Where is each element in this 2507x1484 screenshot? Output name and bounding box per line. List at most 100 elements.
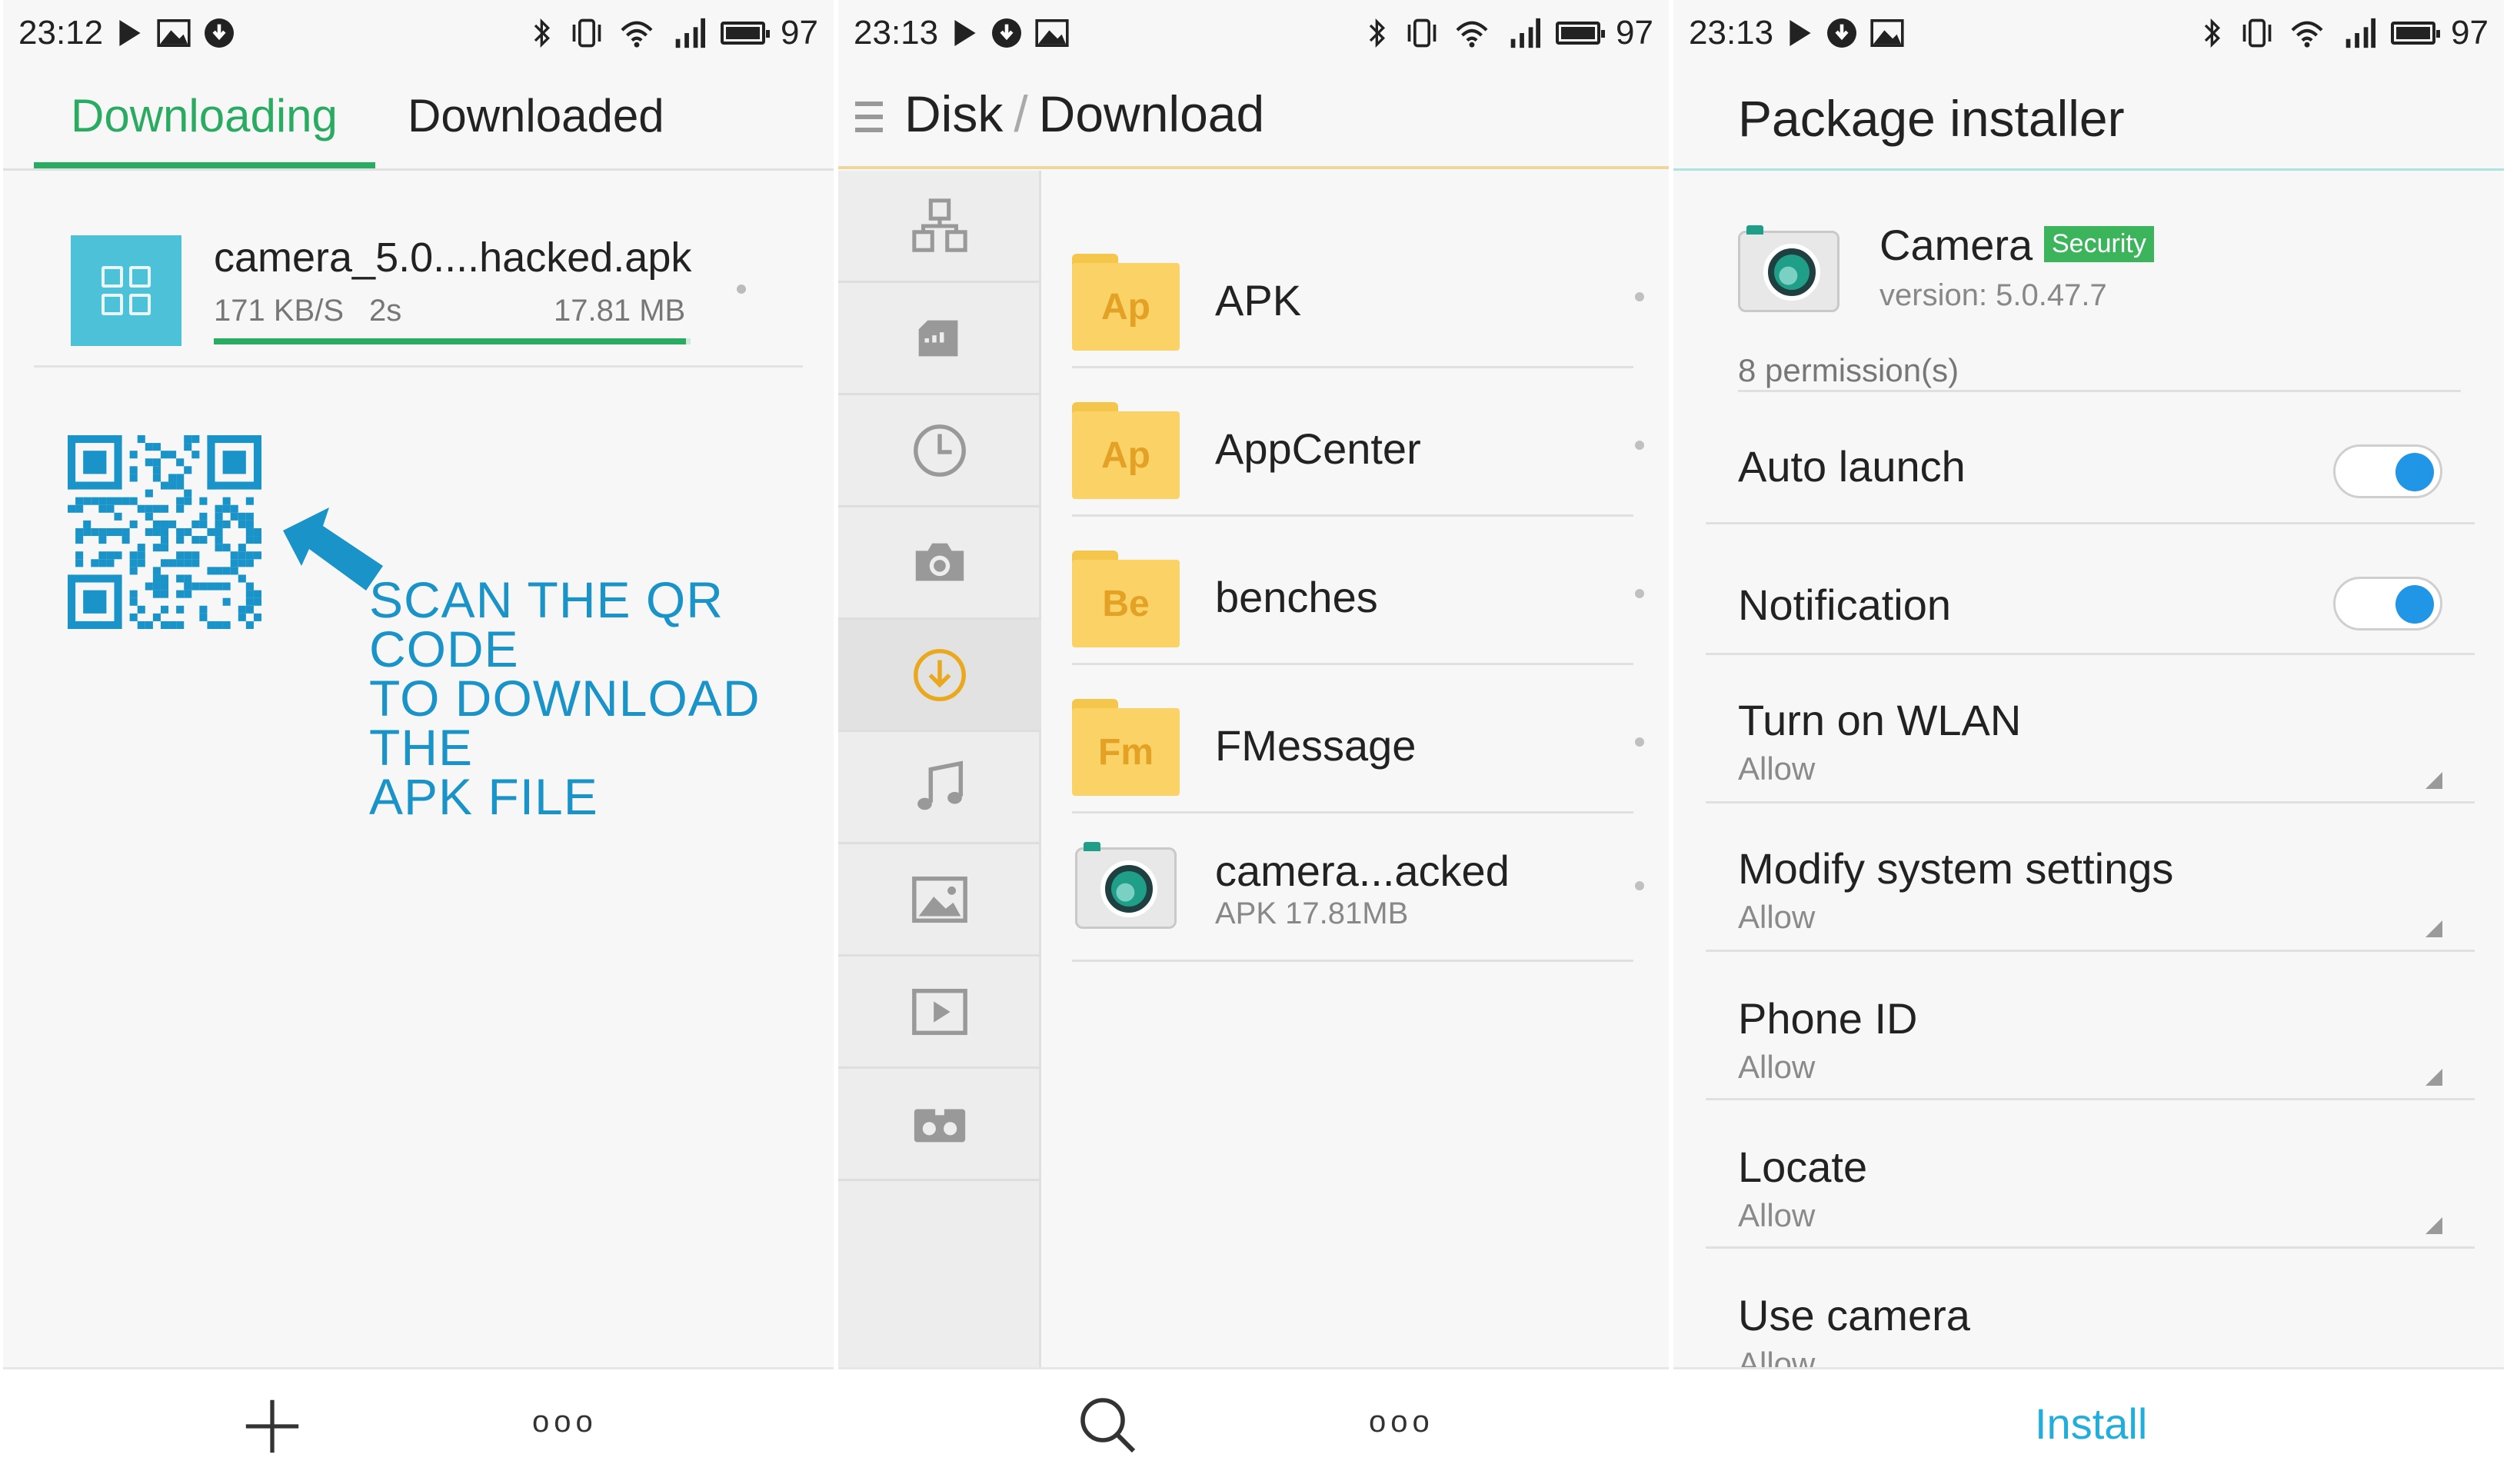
menu-icon[interactable]	[855, 101, 883, 132]
app-info: Camera Security version: 5.0.47.7 8 perm…	[1738, 215, 2461, 392]
image-icon	[1870, 19, 1904, 47]
install-button[interactable]: Install	[2035, 1399, 2147, 1449]
nav-images[interactable]	[838, 844, 1041, 957]
scan-line: APK FILE	[369, 768, 598, 825]
permission-value: Allow	[1738, 1049, 1816, 1085]
wifi-icon	[1456, 21, 1488, 48]
download-item[interactable]: camera_5.0....hacked.apk 171 KB/S 2s 17.…	[34, 208, 803, 368]
download-icon	[914, 648, 966, 701]
dropdown-corner-icon	[2425, 772, 2442, 789]
more-dot-icon[interactable]	[1635, 589, 1644, 598]
nav-download[interactable]	[838, 620, 1041, 732]
battery-icon	[2391, 22, 2441, 45]
more-dot-icon[interactable]	[1635, 441, 1644, 450]
bluetooth-icon	[534, 18, 551, 48]
more-dot-icon[interactable]	[1635, 292, 1644, 301]
folder-icon: Fm	[1072, 699, 1180, 796]
nav-video[interactable]	[838, 957, 1041, 1069]
breadcrumb: Disk / Download	[904, 85, 1264, 143]
folder-name: benches	[1215, 573, 1378, 621]
file-name: camera...acked	[1215, 847, 1510, 895]
permission-row[interactable]: Locate Allow	[1706, 1100, 2475, 1249]
installer-header: Package installer	[1673, 66, 2504, 171]
permission-value: Allow	[1738, 750, 1816, 787]
scan-instruction: SCAN THE QR CODE TO DOWNLOAD THE APK FIL…	[369, 571, 834, 825]
list-item[interactable]: Ap AppCenter	[1072, 368, 1644, 517]
download-size: 17.81 MB	[554, 294, 686, 328]
nav-categories[interactable]	[838, 171, 1041, 283]
download-status-icon	[992, 18, 1022, 48]
folder-badge: Fm	[1072, 708, 1180, 796]
permission-row[interactable]: Phone ID Allow	[1706, 952, 2475, 1100]
folder-name: FMessage	[1215, 721, 1417, 770]
download-tabs: Downloading Downloaded	[3, 66, 834, 171]
folder-badge: Ap	[1072, 263, 1180, 351]
breadcrumb-header: Disk / Download	[838, 66, 1669, 169]
nav-camera[interactable]	[838, 507, 1041, 620]
breadcrumb-separator: /	[1014, 85, 1028, 142]
signal-3g-icon	[675, 18, 706, 48]
nav-divider	[838, 1181, 1041, 1182]
active-tab-indicator	[34, 162, 375, 168]
scan-line: TO DOWNLOAD THE	[369, 670, 761, 776]
folder-badge: Be	[1072, 560, 1180, 647]
dropdown-corner-icon	[2425, 920, 2442, 937]
nav-vr[interactable]	[838, 1069, 1041, 1181]
image-icon	[912, 876, 967, 923]
download-filename: camera_5.0....hacked.apk	[214, 235, 692, 281]
list-item[interactable]: Ap APK	[1072, 220, 1644, 368]
apk-file-icon	[71, 235, 181, 346]
nav-music[interactable]	[838, 732, 1041, 844]
bluetooth-icon	[1369, 18, 1386, 48]
breadcrumb-root[interactable]: Disk	[904, 85, 1003, 142]
permission-row[interactable]: Modify system settings Allow	[1706, 804, 2475, 952]
download-remaining: 2s	[369, 294, 402, 328]
battery-level: 97	[2451, 14, 2489, 52]
more-dot-icon[interactable]	[1635, 737, 1644, 747]
more-dot-icon[interactable]	[1635, 881, 1644, 890]
toggle-label: Notification	[1738, 581, 1952, 629]
security-badge: Security	[2044, 226, 2154, 262]
categories-icon	[912, 198, 967, 252]
dropdown-corner-icon	[2425, 1069, 2442, 1086]
file-manager-screen: 23:13 97 Disk / Download Ap APK Ap AppCe…	[838, 0, 1669, 1484]
download-speed: 171 KB/S	[214, 294, 345, 328]
bottom-toolbar: ooo	[3, 1367, 834, 1484]
folder-icon: Ap	[1072, 254, 1180, 351]
camera-app-icon	[1075, 842, 1177, 929]
download-status-icon	[1827, 18, 1857, 48]
category-sidebar	[838, 171, 1041, 1367]
permission-value: Allow	[1738, 899, 1816, 935]
camera-app-icon	[1738, 225, 1839, 312]
dropdown-corner-icon	[2425, 1217, 2442, 1234]
tab-downloading[interactable]: Downloading	[71, 89, 338, 142]
status-time: 23:13	[854, 14, 939, 52]
signal-3g-icon	[2346, 18, 2376, 48]
search-icon[interactable]	[1077, 1394, 1138, 1456]
play-icon	[1790, 20, 1811, 46]
more-dot-icon[interactable]	[737, 284, 746, 294]
permission-row[interactable]: Turn on WLAN Allow	[1706, 655, 2475, 804]
auto-launch-toggle[interactable]	[2333, 444, 2442, 498]
more-options-button[interactable]: ooo	[532, 1405, 598, 1439]
wifi-icon	[621, 21, 653, 48]
list-item[interactable]: Be benches	[1072, 517, 1644, 665]
battery-level: 97	[1616, 14, 1653, 52]
status-time: 23:13	[1689, 14, 1774, 52]
camera-icon	[915, 543, 964, 581]
list-item[interactable]: Fm FMessage	[1072, 665, 1644, 814]
folder-badge: Ap	[1072, 411, 1180, 499]
notification-toggle[interactable]	[2333, 577, 2442, 631]
app-version: version: 5.0.47.7	[1879, 278, 2107, 312]
app-name: Camera	[1879, 221, 2033, 269]
more-options-button[interactable]: ooo	[1369, 1405, 1434, 1439]
tab-downloaded[interactable]: Downloaded	[408, 89, 664, 142]
download-progress-bar	[214, 338, 691, 344]
nav-recent[interactable]	[838, 395, 1041, 507]
scan-line: SCAN THE QR CODE	[369, 571, 724, 677]
folder-icon: Ap	[1072, 402, 1180, 499]
list-item[interactable]: camera...acked APK 17.81MB	[1072, 814, 1644, 962]
battery-level: 97	[781, 14, 818, 52]
plus-icon[interactable]	[243, 1397, 301, 1456]
nav-sd-card[interactable]	[838, 283, 1041, 395]
